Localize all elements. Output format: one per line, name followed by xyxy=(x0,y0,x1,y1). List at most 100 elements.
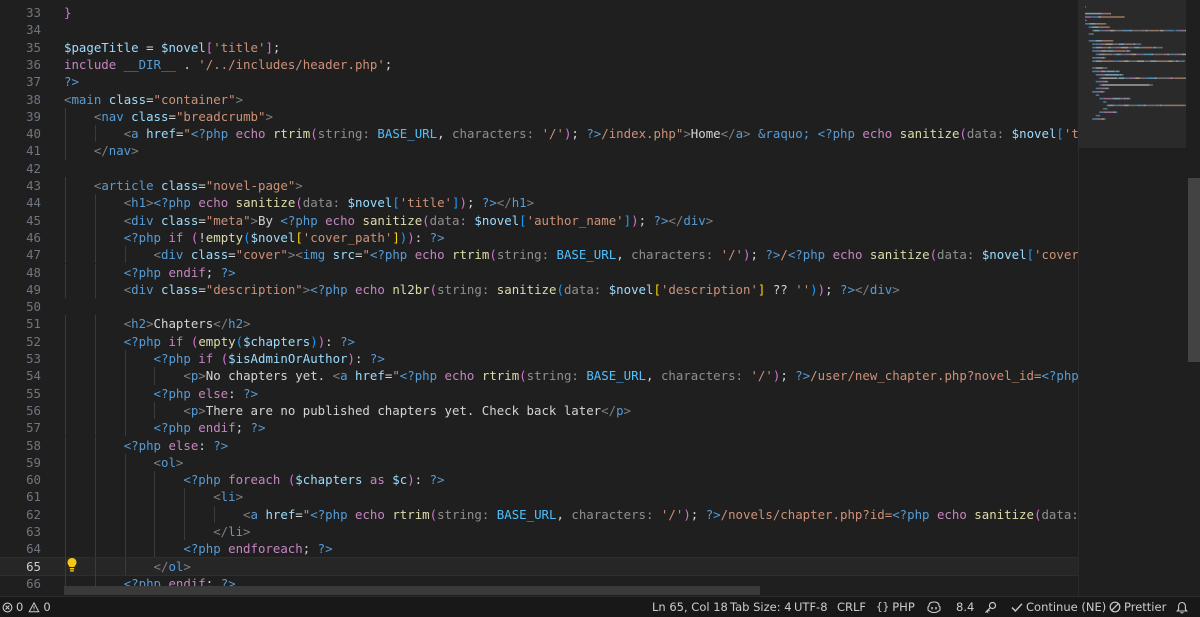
code-text[interactable]: <?php else: ?> xyxy=(64,385,258,402)
tab-size-selector[interactable]: Tab Size: 4 xyxy=(730,597,792,617)
code-line[interactable]: 59 <ol> xyxy=(0,453,1078,472)
code-editor[interactable]: 33} 34 35 $pageTitle = $novel['title']; 36 in… xyxy=(0,0,1078,596)
minimap-viewport[interactable] xyxy=(1079,0,1187,148)
code-line[interactable]: 44 <h1><?php echo sanitize(data: $novel[… xyxy=(0,194,1078,212)
indent-guide xyxy=(65,263,66,281)
code-text[interactable]: <?php foreach ($chapters as $c): ?> xyxy=(64,471,444,488)
code-line[interactable]: 62 <a href="<?php echo rtrim(string: BAS… xyxy=(0,505,1078,523)
code-token: ) xyxy=(459,195,467,211)
code-text[interactable]: <div class="description"><?php echo nl2b… xyxy=(64,281,900,298)
code-line[interactable]: 47 <div class="cover"><img src="<?php ec… xyxy=(0,246,1078,264)
code-line[interactable]: 57 <?php endif; ?> xyxy=(0,419,1078,437)
code-line[interactable]: 58 <?php else: ?> xyxy=(0,436,1078,454)
code-token: </ xyxy=(854,281,870,297)
horizontal-scrollbar[interactable] xyxy=(64,586,760,595)
prettier-button[interactable]: Prettier xyxy=(1109,597,1166,617)
code-line[interactable]: 63 </li> xyxy=(0,523,1078,541)
code-text[interactable]: include __DIR__ . '/../includes/header.p… xyxy=(64,56,392,73)
code-text[interactable]: </li> xyxy=(64,523,250,540)
code-token: ?> xyxy=(64,74,79,90)
code-line[interactable]: 39 <nav class="breadcrumb"> xyxy=(0,107,1078,126)
code-text[interactable]: <nav class="breadcrumb"> xyxy=(64,108,273,125)
indent-guide xyxy=(94,125,96,143)
code-line[interactable]: 50 xyxy=(0,298,1078,315)
code-line[interactable]: 51 <h2>Chapters</h2> xyxy=(0,315,1078,333)
vertical-scrollbar-thumb[interactable] xyxy=(1188,178,1200,362)
code-text[interactable]: <a href="<?php echo rtrim(string: BASE_U… xyxy=(64,125,1078,142)
code-token: h1 xyxy=(131,195,147,211)
code-line[interactable]: 37 ?> xyxy=(0,73,1078,90)
line-number: 59 xyxy=(26,454,41,470)
code-token: ( xyxy=(310,126,318,142)
indent-guide xyxy=(65,367,66,385)
encoding-selector[interactable]: UTF-8 xyxy=(794,597,828,617)
code-line[interactable]: 41 </nav> xyxy=(0,142,1078,160)
code-line[interactable]: 54 <p>No chapters yet. <a href="<?php ec… xyxy=(0,367,1078,385)
code-line[interactable]: 43 <article class="novel-page"> xyxy=(0,177,1078,195)
code-token: </ xyxy=(720,126,736,142)
code-token: $novel xyxy=(161,39,206,55)
line-number: 53 xyxy=(26,351,41,366)
notifications-button[interactable] xyxy=(1176,597,1188,617)
indent-guide xyxy=(124,453,126,472)
eol-selector[interactable]: CRLF xyxy=(837,597,866,617)
code-line[interactable]: 52 <?php if (empty($chapters)): ?> xyxy=(0,332,1078,350)
code-text[interactable]: <a href="<?php echo rtrim(string: BASE_U… xyxy=(64,506,1078,523)
continue-button[interactable]: Continue (NE) xyxy=(1011,597,1106,617)
code-token: $novel xyxy=(608,281,654,297)
code-text[interactable]: <div class="cover"><img src="<?php echo … xyxy=(64,246,1078,263)
minimap[interactable] xyxy=(1078,0,1200,596)
cursor-position[interactable]: Ln 65, Col 18 xyxy=(652,597,728,617)
code-line[interactable]: 34 xyxy=(0,21,1078,38)
code-line[interactable]: 49 <div class="description"><?php echo n… xyxy=(0,280,1078,299)
code-text[interactable]: <?php if (empty($chapters)): ?> xyxy=(64,333,355,350)
code-line[interactable]: 35 $pageTitle = $novel['title']; xyxy=(0,39,1078,56)
indent-guide xyxy=(124,557,126,575)
php-version-selector[interactable]: 8.4 xyxy=(956,597,974,617)
braces-icon: {} xyxy=(876,600,890,613)
code-line[interactable]: 40 <a href="<?php echo rtrim(string: BAS… xyxy=(0,125,1078,143)
key-button[interactable] xyxy=(984,597,997,617)
code-text[interactable]: <?php else: ?> xyxy=(64,437,228,454)
language-mode-selector[interactable]: {} PHP xyxy=(876,597,915,617)
code-text[interactable]: <h2>Chapters</h2> xyxy=(64,315,251,332)
code-line[interactable]: 38 <main class="container"> xyxy=(0,91,1078,108)
code-text[interactable]: <p>There are no published chapters yet. … xyxy=(64,402,631,419)
code-line[interactable]: 53 <?php if ($isAdminOrAuthor): ?> xyxy=(0,350,1078,368)
code-text[interactable]: $pageTitle = $novel['title']; xyxy=(64,39,280,56)
problems-indicator[interactable]: 0 0 xyxy=(2,597,51,617)
code-token: ( xyxy=(556,281,564,297)
code-line[interactable]: 33} xyxy=(0,4,1078,21)
code-line[interactable]: 42 xyxy=(0,160,1078,177)
code-text[interactable]: ?> xyxy=(64,73,79,90)
code-text[interactable]: </nav> xyxy=(64,142,139,159)
code-text[interactable]: <h1><?php echo sanitize(data: $novel['ti… xyxy=(64,194,534,211)
code-token: nl2br xyxy=(392,281,430,297)
code-line[interactable]: 46 <?php if (!empty($novel['cover_path']… xyxy=(0,228,1078,247)
code-line[interactable]: 36 include __DIR__ . '/../includes/header… xyxy=(0,56,1078,73)
code-line[interactable]: 65 </ol> xyxy=(0,556,1078,576)
code-text[interactable]: <main class="container"> xyxy=(64,91,243,108)
code-line[interactable]: 48 <?php endif; ?> xyxy=(0,263,1078,281)
code-text[interactable]: <div class="meta">By <?php echo sanitize… xyxy=(64,212,714,229)
code-line[interactable]: 64 <?php endforeach; ?> xyxy=(0,540,1078,558)
code-line[interactable]: 60 <?php foreach ($chapters as $c): ?> xyxy=(0,471,1078,489)
code-line[interactable]: 45 <div class="meta">By <?php echo sanit… xyxy=(0,211,1078,229)
code-line[interactable]: 55 <?php else: ?> xyxy=(0,384,1078,402)
code-text[interactable]: <?php if (!empty($novel['cover_path'])):… xyxy=(64,229,445,246)
code-text[interactable]: <?php if ($isAdminOrAuthor): ?> xyxy=(64,350,385,367)
code-line[interactable]: 56 <p>There are no published chapters ye… xyxy=(0,401,1078,420)
vertical-scrollbar[interactable] xyxy=(1186,0,1200,596)
code-text[interactable]: <article class="novel-page"> xyxy=(64,177,303,194)
code-text[interactable]: <?php endif; ?> xyxy=(64,264,236,281)
code-text[interactable]: } xyxy=(64,4,71,21)
copilot-button[interactable] xyxy=(927,597,941,617)
code-text[interactable]: <?php endforeach; ?> xyxy=(64,540,332,557)
code-token: p xyxy=(616,402,624,418)
code-token: ; xyxy=(825,281,841,297)
code-token: BASE_URL xyxy=(556,247,617,263)
code-line[interactable]: 61 <li> xyxy=(0,488,1078,506)
code-text[interactable]: <p>No chapters yet. <a href="<?php echo … xyxy=(64,367,1078,384)
lightbulb-icon[interactable] xyxy=(66,557,78,573)
code-text[interactable]: </ol> xyxy=(64,558,191,575)
